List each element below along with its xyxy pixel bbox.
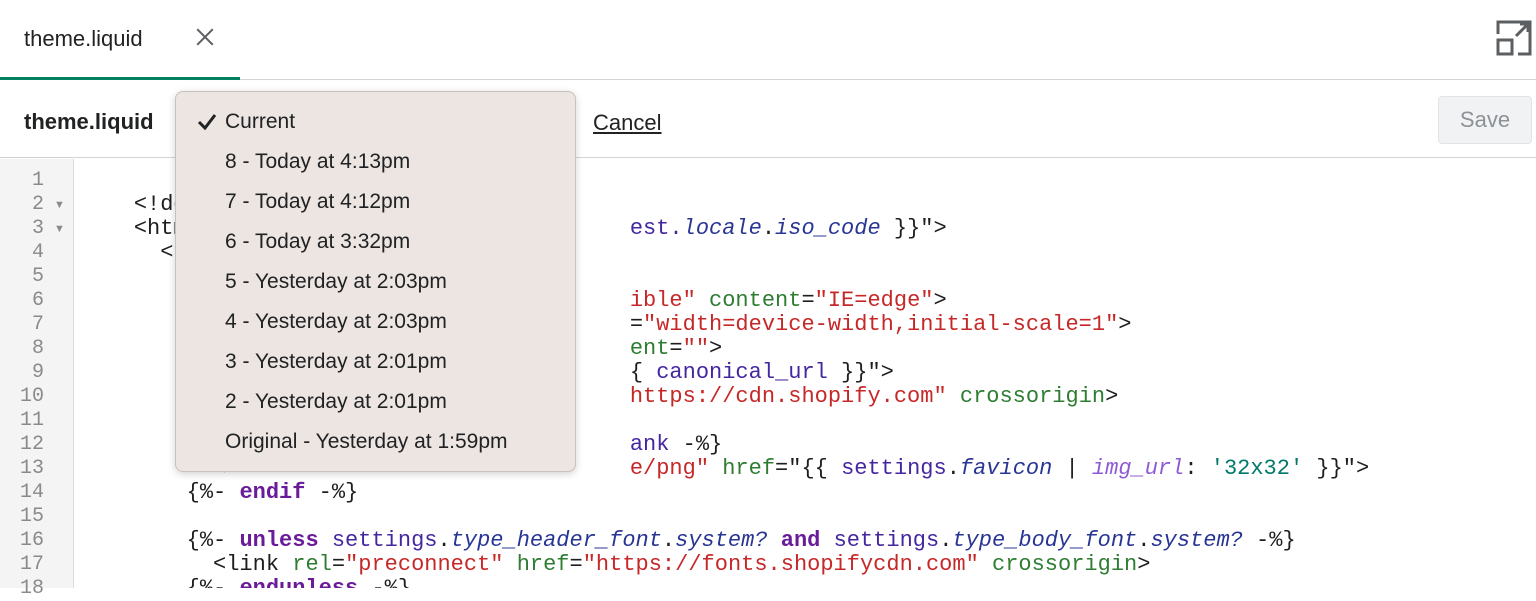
code-token: endif: [239, 480, 306, 505]
code-token: {%-: [134, 576, 240, 589]
code-token: href: [516, 552, 570, 577]
version-item-original[interactable]: Original - Yesterday at 1:59pm: [176, 423, 575, 463]
code-token: crossorigin: [946, 384, 1106, 409]
close-icon[interactable]: [190, 22, 220, 52]
code-token: >: [1118, 312, 1132, 337]
code-token: -%}: [1242, 528, 1296, 553]
checkmark-icon: [197, 114, 217, 131]
code-token: img_url: [1091, 456, 1185, 481]
version-item-label: 4 - Yesterday at 2:03pm: [225, 310, 447, 333]
version-item-label: Original - Yesterday at 1:59pm: [225, 430, 508, 453]
version-item-current[interactable]: Current: [176, 103, 575, 143]
file-name: theme.liquid: [24, 109, 154, 134]
line-number: 8: [31, 337, 44, 360]
version-item-label: Current: [225, 110, 296, 133]
line-number: 11: [19, 409, 44, 432]
code-token: e/png": [629, 456, 710, 481]
tab-theme-liquid[interactable]: theme.liquid: [0, 0, 240, 80]
code-token: .: [946, 456, 960, 481]
code-line: ="width=device-width,initial-scale=1">: [577, 289, 1132, 337]
code-token: {%-: [133, 480, 240, 505]
code-token: href: [709, 456, 776, 481]
code-line: e/png" href="{{ settings.favicon | img_u…: [577, 433, 1369, 481]
line-number: 5: [31, 265, 44, 288]
version-item-label: 5 - Yesterday at 2:03pm: [225, 270, 447, 293]
code-line: est.locale.iso_code }}">: [577, 193, 947, 241]
version-item[interactable]: 5 - Yesterday at 2:03pm: [176, 263, 575, 303]
line-number: 17: [19, 553, 44, 576]
code-line: { canonical_url }}">: [577, 337, 894, 385]
tab-label: theme.liquid: [24, 26, 143, 51]
line-number: 3: [31, 217, 44, 240]
version-item[interactable]: 7 - Today at 4:12pm: [176, 183, 575, 223]
line-number: 12: [19, 433, 44, 456]
code-token: "https://fonts.shopifycdn.com": [582, 552, 979, 577]
version-item[interactable]: 2 - Yesterday at 2:01pm: [176, 383, 575, 423]
code-line: https://cdn.shopify.com" crossorigin>: [577, 361, 1119, 409]
line-number: 10: [19, 385, 44, 408]
line-number: 16: [19, 529, 44, 552]
version-item-label: 2 - Yesterday at 2:01pm: [225, 390, 447, 413]
version-item-label: 8 - Today at 4:13pm: [225, 150, 411, 173]
line-number: 13: [19, 457, 44, 480]
code-token: |: [1052, 456, 1092, 481]
version-item-label: 3 - Yesterday at 2:01pm: [225, 350, 447, 373]
line-number: 18: [19, 577, 44, 600]
line-number: 9: [31, 361, 44, 384]
code-token: locale: [682, 216, 762, 241]
code-token: :: [1184, 456, 1211, 481]
version-item[interactable]: 8 - Today at 4:13pm: [176, 143, 575, 183]
code-token: settings: [841, 456, 947, 481]
code-token: }}">: [1303, 456, 1370, 481]
cancel-link[interactable]: Cancel: [593, 110, 661, 136]
code-line: ent="">: [577, 313, 722, 361]
code-token: }}">: [880, 216, 947, 241]
code-token: >: [1137, 552, 1151, 577]
code-token: .: [761, 216, 776, 241]
version-history-dropdown: Current 8 - Today at 4:13pm 7 - Today at…: [175, 91, 576, 472]
code-token: endunless: [239, 576, 358, 589]
code-token: iso_code: [775, 216, 881, 241]
version-item-label: 6 - Today at 3:32pm: [225, 230, 411, 253]
line-number-gutter: 1 2 ▼ 3 ▼ 4 5 6 7 8 9 10 11 12 13 14 15 …: [0, 159, 74, 600]
code-token: https://cdn.shopify.com": [629, 384, 947, 409]
version-item[interactable]: 6 - Today at 3:32pm: [176, 223, 575, 263]
fold-arrow-icon[interactable]: ▼: [54, 217, 65, 241]
line-number: 1: [31, 169, 44, 192]
code-line: ank -%}: [577, 409, 722, 457]
line-number: 14: [19, 481, 44, 504]
code-line: {%- unless settings.type_header_font.sys…: [81, 505, 1296, 553]
code-token: crossorigin: [978, 552, 1138, 577]
line-number: 15: [19, 505, 44, 528]
line-number: 2: [31, 193, 44, 216]
line-number: 7: [31, 313, 44, 336]
expand-icon[interactable]: [1494, 18, 1534, 58]
version-item[interactable]: 4 - Yesterday at 2:03pm: [176, 303, 575, 343]
code-token: -%}: [358, 576, 411, 589]
code-token: est.: [629, 216, 683, 241]
line-number: 4: [31, 241, 44, 264]
code-token: =: [569, 552, 583, 577]
code-token: >: [1105, 384, 1119, 409]
tab-bar: theme.liquid: [0, 0, 1536, 80]
line-number: 6: [31, 289, 44, 312]
fold-arrow-icon[interactable]: ▼: [54, 193, 65, 217]
code-token: favicon: [959, 456, 1053, 481]
code-token: -%}: [305, 480, 359, 505]
code-line: {%- endunless -%}: [81, 553, 411, 589]
code-token: ="{{: [775, 456, 842, 481]
code-token: system?: [1150, 528, 1243, 553]
save-button[interactable]: Save: [1438, 96, 1532, 144]
version-item[interactable]: 3 - Yesterday at 2:01pm: [176, 343, 575, 383]
code-token: '32x32': [1210, 456, 1304, 481]
code-line: ible" content="IE=edge">: [577, 265, 947, 313]
code-line: <link rel="preconnect" href="https://fon…: [81, 529, 1150, 577]
version-item-label: 7 - Today at 4:12pm: [225, 190, 411, 213]
